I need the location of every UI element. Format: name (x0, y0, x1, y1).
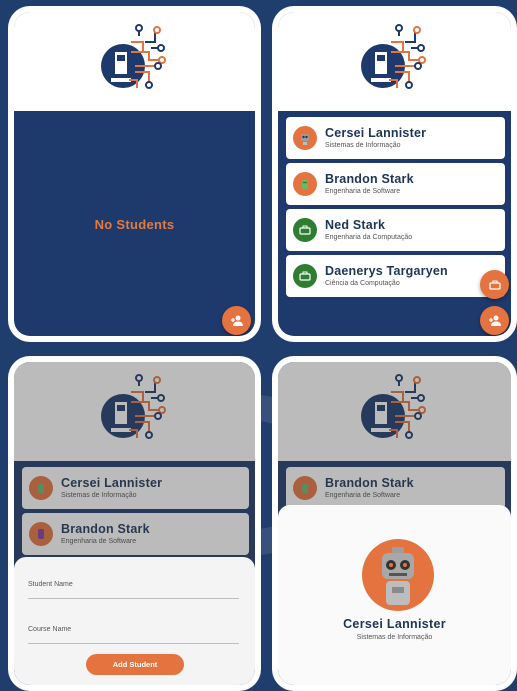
app-header (14, 12, 255, 111)
student-name-field[interactable]: Student Name (28, 577, 239, 599)
student-name-placeholder: Student Name (28, 581, 73, 588)
screen: Cersei Lannister Sistemas de Informação … (278, 12, 511, 336)
student-course: Engenharia da Computação (325, 233, 413, 241)
empty-state-message: No Students (94, 217, 175, 232)
screen: Brandon Stark Engenharia de Software Cer… (278, 362, 511, 685)
phone-add-student-form: Cersei Lannister Sistemas de Informação … (8, 356, 261, 691)
briefcase-avatar-icon (293, 264, 317, 288)
add-person-icon (230, 315, 243, 326)
course-name-placeholder: Course Name (28, 626, 72, 633)
student-name: Brandon Stark (325, 172, 414, 187)
list-item[interactable]: Cersei Lannister Sistemas de Informação (286, 117, 505, 159)
student-detail-sheet: Cersei Lannister Sistemas de Informação (278, 505, 511, 685)
student-list: Cersei Lannister Sistemas de Informação … (286, 117, 505, 301)
app-logo-icon (100, 23, 166, 89)
android-avatar-icon (293, 172, 317, 196)
student-course: Sistemas de Informação (325, 141, 401, 149)
briefcase-fab[interactable] (480, 270, 509, 299)
list-item[interactable]: Ned Stark Engenharia da Computação (286, 209, 505, 251)
add-student-fab[interactable] (480, 306, 509, 335)
detail-student-name: Cersei Lannister (343, 617, 446, 631)
phone-empty-state: No Students (8, 6, 261, 342)
detail-student-course: Sistemas de Informação (356, 634, 433, 641)
student-course: Engenharia de Software (325, 187, 401, 195)
add-student-button[interactable]: Add Student (86, 654, 184, 675)
add-student-sheet: Student Name Course Name Add Student (14, 557, 255, 685)
app-header (278, 12, 511, 111)
robot-avatar-icon (293, 126, 317, 150)
add-person-icon (488, 315, 501, 326)
phone-student-detail: Brandon Stark Engenharia de Software Cer… (272, 356, 517, 691)
course-name-field[interactable]: Course Name (28, 622, 239, 644)
list-item[interactable]: Daenerys Targaryen Ciência da Computação (286, 255, 505, 297)
student-course: Ciência da Computação (325, 279, 400, 287)
screen: Cersei Lannister Sistemas de Informação … (14, 362, 255, 685)
add-student-fab[interactable] (222, 306, 251, 335)
student-name: Cersei Lannister (325, 126, 427, 141)
briefcase-icon (488, 280, 501, 290)
robot-avatar-icon (362, 539, 434, 611)
student-name: Ned Stark (325, 218, 386, 233)
app-logo-icon (360, 23, 426, 89)
phone-student-list: Cersei Lannister Sistemas de Informação … (272, 6, 517, 342)
screen: No Students (14, 12, 255, 336)
briefcase-avatar-icon (293, 218, 317, 242)
student-name: Daenerys Targaryen (325, 264, 448, 279)
list-item[interactable]: Brandon Stark Engenharia de Software (286, 163, 505, 205)
